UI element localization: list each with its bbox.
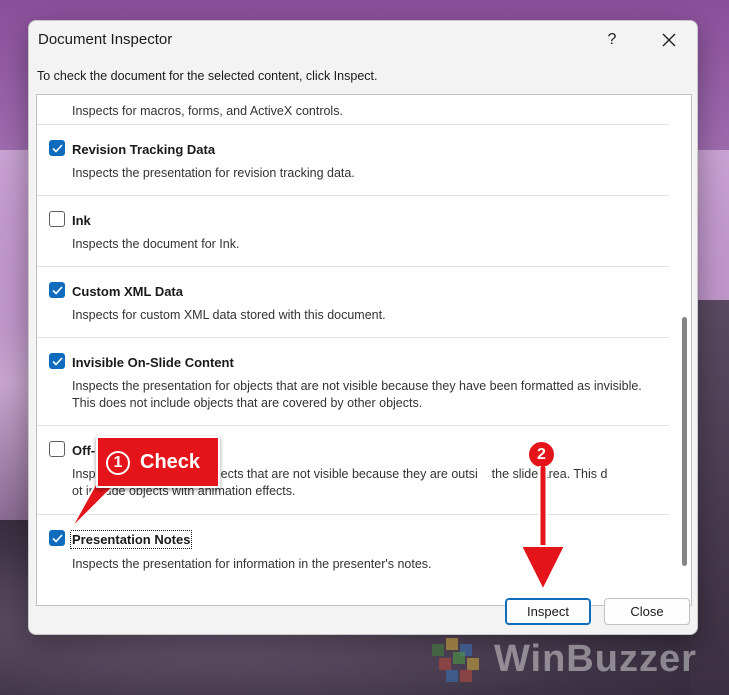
document-inspector-dialog: Document Inspector ? To check the docume… xyxy=(28,20,698,635)
list-scrollbar-thumb[interactable] xyxy=(682,317,687,566)
list-item-ink: Ink Inspects the document for Ink. xyxy=(37,196,669,267)
watermark-text: WinBuzzer xyxy=(494,638,697,680)
winbuzzer-logo-icon xyxy=(432,638,479,682)
item-name: Off- xyxy=(72,443,96,458)
invisible-content-checkbox[interactable] xyxy=(49,353,65,369)
item-name: Custom XML Data xyxy=(72,284,183,299)
instruction-text: To check the document for the selected c… xyxy=(37,69,378,83)
close-button[interactable]: Close xyxy=(604,598,690,625)
down-arrow-icon xyxy=(520,466,566,591)
item-description: Inspects the document for Ink. xyxy=(72,237,240,251)
off-slide-content-checkbox[interactable] xyxy=(49,441,65,457)
checkmark-icon xyxy=(52,534,63,543)
item-name: Revision Tracking Data xyxy=(72,142,216,157)
checkmark-icon xyxy=(52,144,63,153)
close-icon xyxy=(662,33,676,47)
ink-checkbox[interactable] xyxy=(49,211,65,227)
winbuzzer-watermark: WinBuzzer xyxy=(430,632,720,690)
step1-callout: 1 Check xyxy=(96,436,220,488)
step1-label: Check xyxy=(140,451,201,473)
item-description: Inspects the presentation for objects th… xyxy=(72,379,642,410)
step2-number-badge: 2 xyxy=(527,440,556,469)
dialog-titlebar: Document Inspector ? xyxy=(29,21,697,59)
item-name: Presentation Notes xyxy=(69,530,193,549)
item-description: Inspects for macros, forms, and ActiveX … xyxy=(72,104,343,118)
item-description: Inspects for custom XML data stored with… xyxy=(72,308,386,322)
custom-xml-checkbox[interactable] xyxy=(49,282,65,298)
presentation-notes-checkbox[interactable] xyxy=(49,530,65,546)
list-item-custom-xml: Custom XML Data Inspects for custom XML … xyxy=(37,267,669,338)
item-name: Invisible On-Slide Content xyxy=(72,355,234,370)
item-description: Inspects the presentation for revision t… xyxy=(72,166,355,180)
checkmark-icon xyxy=(52,357,63,366)
list-item-revision-tracking: Revision Tracking Data Inspects the pres… xyxy=(37,125,669,196)
close-window-button[interactable] xyxy=(651,25,687,55)
inspection-options-list[interactable]: Inspects for macros, forms, and ActiveX … xyxy=(36,94,692,606)
checkmark-icon xyxy=(52,286,63,295)
step1-number-badge: 1 xyxy=(106,451,130,475)
list-item-invisible-content: Invisible On-Slide Content Inspects the … xyxy=(37,338,669,426)
list-item-macros: Inspects for macros, forms, and ActiveX … xyxy=(37,95,669,125)
dialog-title: Document Inspector xyxy=(38,31,173,48)
revision-tracking-checkbox[interactable] xyxy=(49,140,65,156)
inspect-button[interactable]: Inspect xyxy=(505,598,591,625)
help-button[interactable]: ? xyxy=(597,25,627,55)
item-name: Ink xyxy=(72,213,91,228)
